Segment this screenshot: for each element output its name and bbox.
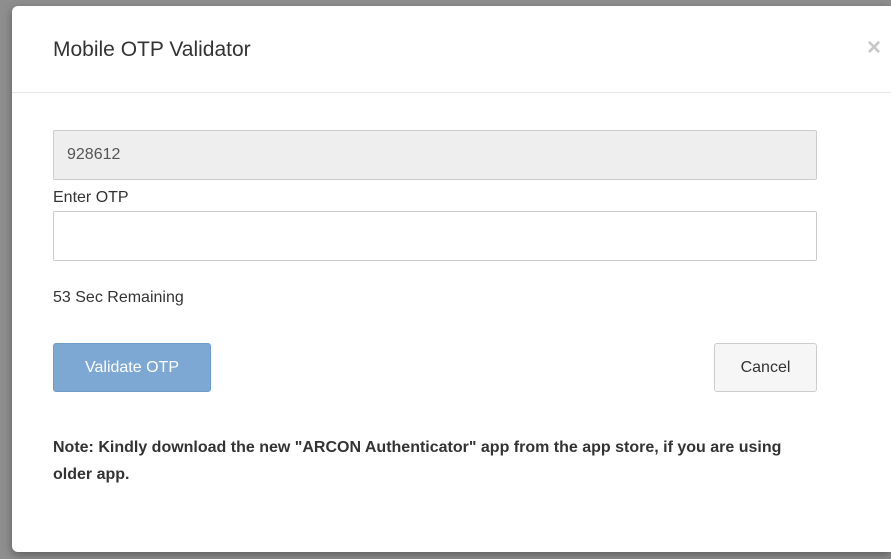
dialog-header: Mobile OTP Validator × [12,6,891,93]
otp-code-display: 928612 [53,130,817,180]
countdown-timer: 53 Sec Remaining [53,289,184,306]
app-note: Note: Kindly download the new "ARCON Aut… [53,439,782,483]
close-icon[interactable]: × [867,36,881,60]
enter-otp-label: Enter OTP [53,189,129,206]
otp-input[interactable] [53,211,817,261]
dialog-title: Mobile OTP Validator [53,38,251,61]
otp-dialog: Mobile OTP Validator × 928612 Enter OTP … [12,6,891,552]
validate-otp-button[interactable]: Validate OTP [53,343,211,392]
cancel-button[interactable]: Cancel [714,343,817,392]
